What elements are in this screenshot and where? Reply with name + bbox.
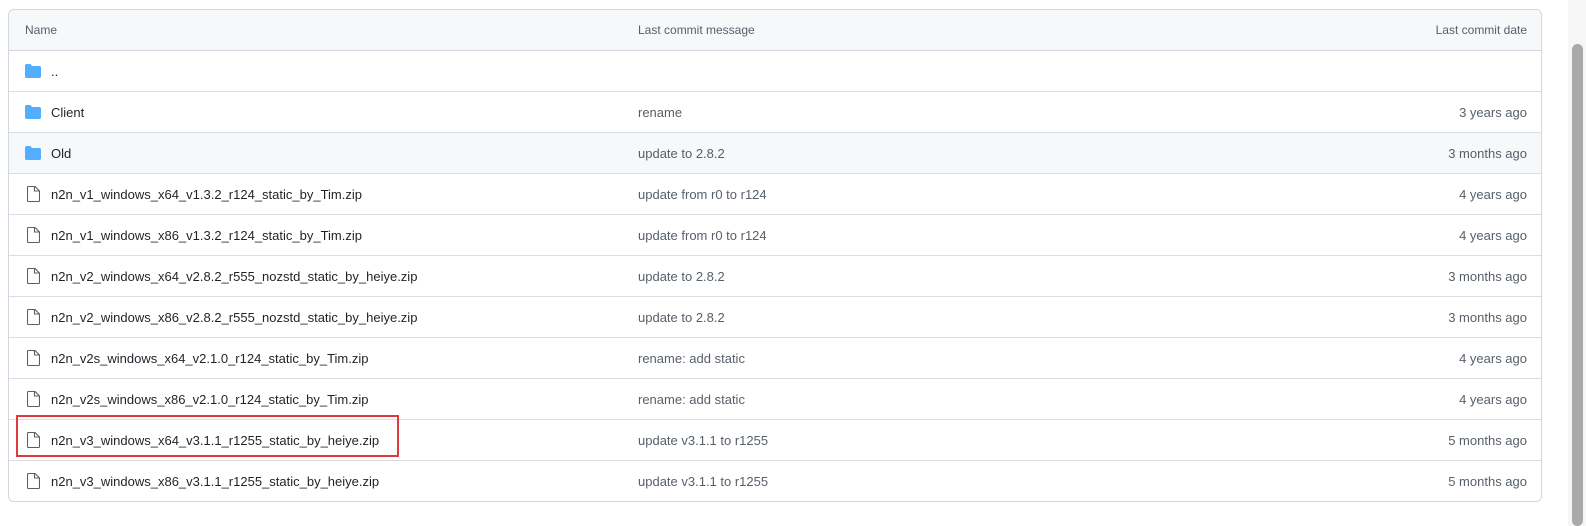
scrollbar[interactable] [1568, 0, 1586, 526]
file-link[interactable]: n2n_v2_windows_x86_v2.8.2_r555_nozstd_st… [51, 310, 417, 325]
table-row[interactable]: n2n_v2_windows_x86_v2.8.2_r555_nozstd_st… [9, 297, 1541, 338]
commit-message-link[interactable]: update to 2.8.2 [638, 269, 725, 284]
commit-message-link[interactable]: update to 2.8.2 [638, 310, 725, 325]
commit-date: 3 years ago [1459, 104, 1527, 120]
folder-icon [25, 104, 41, 120]
commit-date: 4 years ago [1459, 227, 1527, 243]
table-row[interactable]: n2n_v2s_windows_x64_v2.1.0_r124_static_b… [9, 338, 1541, 379]
scrollbar-thumb[interactable] [1572, 44, 1583, 526]
commit-message-link[interactable]: rename [638, 105, 682, 120]
file-link[interactable]: n2n_v2_windows_x64_v2.8.2_r555_nozstd_st… [51, 269, 417, 284]
commit-message-link[interactable]: update to 2.8.2 [638, 146, 725, 161]
file-icon [25, 227, 41, 243]
file-icon [25, 268, 41, 284]
file-icon [25, 309, 41, 325]
commit-message-link[interactable]: rename: add static [638, 392, 745, 407]
file-list: Client rename 3 years ago Old update to 2.8.… [9, 92, 1541, 501]
folder-link[interactable]: Old [51, 146, 71, 161]
table-row[interactable]: Old update to 2.8.2 3 months ago [9, 133, 1541, 174]
commit-message-link[interactable]: update v3.1.1 to r1255 [638, 474, 768, 489]
commit-date: 5 months ago [1448, 473, 1527, 489]
table-row[interactable]: n2n_v2_windows_x64_v2.8.2_r555_nozstd_st… [9, 256, 1541, 297]
file-link[interactable]: n2n_v3_windows_x86_v3.1.1_r1255_static_b… [51, 474, 379, 489]
header-commit-message: Last commit message [638, 23, 755, 37]
commit-message-link[interactable]: rename: add static [638, 351, 745, 366]
file-link[interactable]: n2n_v3_windows_x64_v3.1.1_r1255_static_b… [51, 433, 379, 448]
header-commit-date: Last commit date [1435, 23, 1527, 37]
file-link[interactable]: n2n_v1_windows_x86_v1.3.2_r124_static_by… [51, 228, 362, 243]
table-row[interactable]: n2n_v3_windows_x86_v3.1.1_r1255_static_b… [9, 461, 1541, 501]
parent-directory-link[interactable]: .. [51, 64, 58, 79]
folder-link[interactable]: Client [51, 105, 84, 120]
commit-message-link[interactable]: update from r0 to r124 [638, 228, 767, 243]
header-name: Name [25, 23, 58, 37]
commit-date: 3 months ago [1448, 309, 1527, 325]
commit-message-link[interactable]: update v3.1.1 to r1255 [638, 433, 768, 448]
table-row[interactable]: n2n_v1_windows_x86_v1.3.2_r124_static_by… [9, 215, 1541, 256]
commit-date: 3 months ago [1448, 145, 1527, 161]
file-link[interactable]: n2n_v2s_windows_x64_v2.1.0_r124_static_b… [51, 351, 368, 366]
table-row[interactable]: n2n_v2s_windows_x86_v2.1.0_r124_static_b… [9, 379, 1541, 420]
table-row[interactable]: n2n_v3_windows_x64_v3.1.1_r1255_static_b… [9, 420, 1541, 461]
commit-date: 3 months ago [1448, 268, 1527, 284]
file-link[interactable]: n2n_v1_windows_x64_v1.3.2_r124_static_by… [51, 187, 362, 202]
file-icon [25, 186, 41, 202]
table-row[interactable]: n2n_v1_windows_x64_v1.3.2_r124_static_by… [9, 174, 1541, 215]
commit-date: 5 months ago [1448, 432, 1527, 448]
commit-date: 4 years ago [1459, 350, 1527, 366]
file-browser-page: Name Last commit message Last commit dat… [0, 0, 1586, 526]
table-header: Name Last commit message Last commit dat… [9, 10, 1541, 51]
file-icon [25, 350, 41, 366]
commit-date: 4 years ago [1459, 186, 1527, 202]
table-row[interactable]: Client rename 3 years ago [9, 92, 1541, 133]
folder-icon [25, 63, 41, 79]
file-link[interactable]: n2n_v2s_windows_x86_v2.1.0_r124_static_b… [51, 392, 368, 407]
folder-icon [25, 145, 41, 161]
commit-message-link[interactable]: update from r0 to r124 [638, 187, 767, 202]
file-icon [25, 432, 41, 448]
file-table: Name Last commit message Last commit dat… [8, 9, 1542, 502]
parent-directory-row[interactable]: .. [9, 51, 1541, 92]
commit-date: 4 years ago [1459, 391, 1527, 407]
file-icon [25, 473, 41, 489]
file-icon [25, 391, 41, 407]
